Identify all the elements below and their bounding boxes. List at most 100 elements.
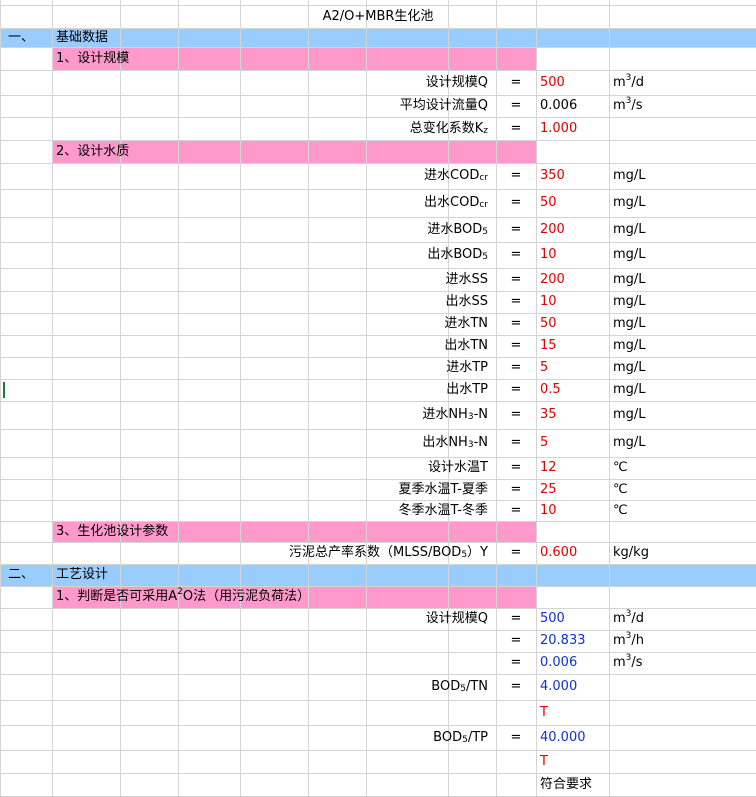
column-gridline xyxy=(120,0,121,796)
equals-sign: = xyxy=(510,460,522,475)
equals-sign: = xyxy=(510,98,522,113)
unit-text: /h xyxy=(631,633,645,648)
parameter-value: 50 xyxy=(540,195,557,210)
parameter-label: 进水CODcr xyxy=(180,163,488,189)
parameter-value: 40.000 xyxy=(540,730,586,745)
parameter-value: 12 xyxy=(540,460,557,475)
unit-text: /d xyxy=(631,611,645,626)
unit: m3/d xyxy=(613,608,753,630)
unit-text: mg/L xyxy=(613,222,646,237)
parameter-name: 平均设计流量Q xyxy=(399,98,488,113)
unit-text: mg/L xyxy=(613,316,646,331)
parameter-value: 0.5 xyxy=(540,382,561,397)
parameter-name: 设计规模Q xyxy=(425,611,488,626)
parameter-name: 进水BOD xyxy=(427,222,483,237)
parameter-value: 15 xyxy=(540,338,557,353)
equals-sign: = xyxy=(510,679,522,694)
equals-sign: = xyxy=(510,482,522,497)
equals-sign: = xyxy=(510,338,522,353)
unit-text: mg/L xyxy=(613,195,646,210)
parameter-value: 500 xyxy=(540,75,565,90)
section-title: 基础数据 xyxy=(56,30,109,45)
parameter-label: 出水SS xyxy=(180,291,488,313)
equals-sign: = xyxy=(510,407,522,422)
equals-sign: = xyxy=(510,435,522,450)
unit-text: mg/L xyxy=(613,247,646,262)
unit: mg/L xyxy=(613,401,753,429)
unit-text: m xyxy=(613,98,626,113)
subscript: cr xyxy=(479,200,488,210)
unit: ℃ xyxy=(613,500,753,521)
parameter-value: 10 xyxy=(540,247,557,262)
parameter-label: 设计规模Q xyxy=(180,608,488,630)
subsection-title-text: O法（用污泥负荷法） xyxy=(182,589,311,604)
equals-sign: = xyxy=(510,655,522,670)
parameter-name: 出水SS xyxy=(445,294,488,309)
equals-sign: = xyxy=(510,294,522,309)
subscript: 5 xyxy=(482,227,488,237)
equals-sign: = xyxy=(510,75,522,90)
unit-text: m xyxy=(613,611,626,626)
parameter-value: T xyxy=(540,754,548,769)
parameter-label: 平均设计流量Q xyxy=(180,95,488,117)
parameter-label: 出水TN xyxy=(180,335,488,357)
parameter-name: 出水TN xyxy=(444,338,488,353)
equals-sign: = xyxy=(510,121,522,136)
unit: mg/L xyxy=(613,189,753,217)
section-number: 一、 xyxy=(8,30,35,45)
parameter-name: 设计规模Q xyxy=(425,75,488,90)
unit-text: mg/L xyxy=(613,382,646,397)
subsection-title: 2、设计水质 xyxy=(56,144,130,159)
parameter-label: BOD5/TP xyxy=(180,725,488,750)
parameter-value: 50 xyxy=(540,316,557,331)
unit: mg/L xyxy=(613,163,753,189)
subscript: 5 xyxy=(482,252,488,262)
unit-text: m xyxy=(613,655,626,670)
unit-text: /s xyxy=(631,655,643,670)
parameter-name: 出水BOD xyxy=(427,247,483,262)
parameter-label: 出水BOD5 xyxy=(180,242,488,268)
unit-text: /d xyxy=(631,75,645,90)
parameter-name: 出水NH xyxy=(422,435,468,450)
parameter-name: 冬季水温T-冬季 xyxy=(398,503,488,518)
equals-sign: = xyxy=(510,247,522,262)
unit: m3/s xyxy=(613,652,753,674)
parameter-value: 350 xyxy=(540,168,565,183)
parameter-value: 0.006 xyxy=(540,655,578,670)
parameter-name: BOD xyxy=(433,730,463,745)
parameter-name-suffix: -N xyxy=(473,407,488,422)
parameter-label: 夏季水温T-夏季 xyxy=(180,479,488,500)
parameter-label: 冬季水温T-冬季 xyxy=(180,500,488,521)
parameter-name: BOD xyxy=(431,679,461,694)
parameter-label: 进水BOD5 xyxy=(180,217,488,242)
parameter-value: 25 xyxy=(540,482,557,497)
subscript: cr xyxy=(479,173,488,183)
unit: mg/L xyxy=(613,217,753,242)
parameter-label: 出水NH3-N xyxy=(180,429,488,457)
column-gridline xyxy=(178,0,179,796)
parameter-value: 200 xyxy=(540,222,565,237)
equals-sign: = xyxy=(510,360,522,375)
unit: mg/L xyxy=(613,357,753,379)
section-title: 工艺设计 xyxy=(56,567,109,582)
spreadsheet[interactable]: A2/O+MBR生化池 一、 基础数据 二、 工艺设计 1、设计规模 2、设计水质 3、生化池… xyxy=(0,0,756,797)
parameter-value: 500 xyxy=(540,611,565,626)
parameter-label: 设计水温T xyxy=(180,457,488,479)
parameter-value: T xyxy=(540,705,548,720)
unit-text: mg/L xyxy=(613,272,646,287)
subsection-title: 1、设计规模 xyxy=(56,51,130,66)
equals-sign: = xyxy=(510,222,522,237)
unit-text: mg/L xyxy=(613,407,646,422)
unit-text: kg/kg xyxy=(613,545,649,560)
subscript: z xyxy=(483,126,488,136)
equals-sign: = xyxy=(510,545,522,560)
unit: mg/L xyxy=(613,268,753,291)
parameter-name-suffix: -N xyxy=(473,435,488,450)
unit-text: mg/L xyxy=(613,360,646,375)
parameter-name: 设计水温T xyxy=(428,460,488,475)
parameter-label: 进水NH3-N xyxy=(180,401,488,429)
parameter-label: 出水TP xyxy=(180,379,488,401)
unit-text: ℃ xyxy=(613,460,628,475)
parameter-value: 200 xyxy=(540,272,565,287)
parameter-name: 进水TN xyxy=(444,316,488,331)
